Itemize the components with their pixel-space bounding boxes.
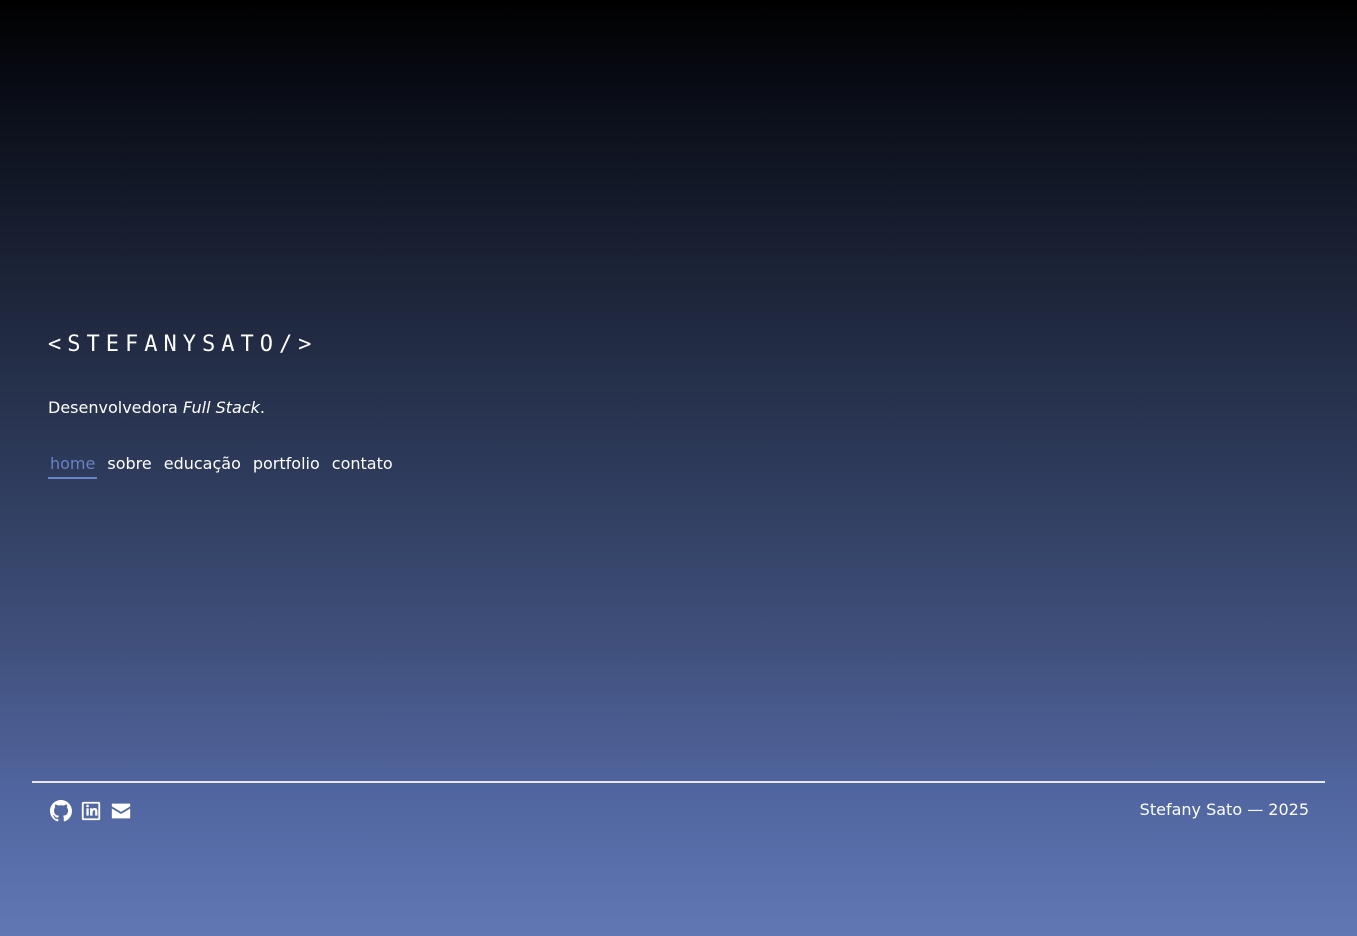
logo: <STEFANYSATO/> — [48, 332, 318, 357]
nav-item-educacao[interactable]: educação — [162, 454, 243, 479]
email-link[interactable] — [110, 800, 132, 822]
github-icon — [50, 800, 72, 822]
linkedin-icon — [81, 801, 101, 821]
github-link[interactable] — [50, 800, 72, 822]
tagline: Desenvolvedora Full Stack. — [48, 398, 265, 417]
main-nav: home sobre educação portfolio contato — [48, 454, 395, 479]
nav-item-portfolio[interactable]: portfolio — [251, 454, 322, 479]
social-links — [50, 800, 132, 822]
nav-item-sobre[interactable]: sobre — [105, 454, 153, 479]
copyright: Stefany Sato — 2025 — [1139, 800, 1309, 819]
tagline-suffix: . — [259, 398, 265, 417]
nav-item-home[interactable]: home — [48, 454, 98, 479]
tagline-prefix: Desenvolvedora — [48, 398, 183, 417]
email-icon — [111, 803, 131, 819]
tagline-emphasis: Full Stack — [182, 398, 260, 417]
linkedin-link[interactable] — [80, 800, 102, 822]
footer-divider — [32, 781, 1325, 783]
nav-item-contato[interactable]: contato — [330, 454, 395, 479]
